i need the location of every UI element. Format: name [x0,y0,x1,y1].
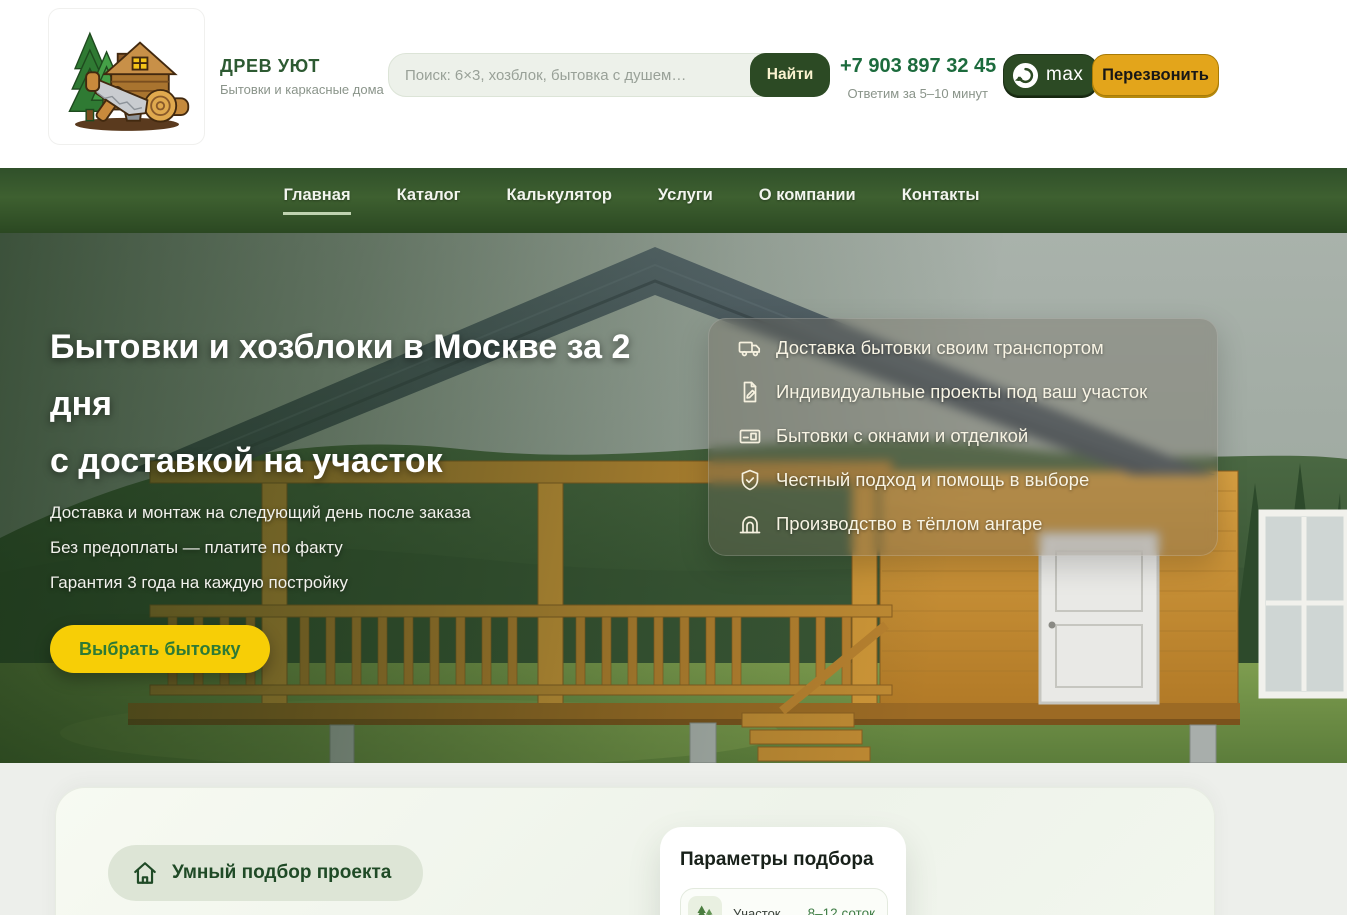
search-button[interactable]: Найти [750,53,830,97]
hero-bullet-3: Гарантия 3 года на каждую постройку [50,565,471,600]
max-label: max [1046,64,1083,86]
phone-block: +7 903 897 32 45 Ответим за 5–10 минут [840,55,988,101]
nav-items: Главная Каталог Калькулятор Услуги О ком… [283,186,979,215]
cabin-logo-icon [62,18,192,136]
smart-select-section: Умный подбор проекта Параметры подбора У… [0,763,1347,915]
nav-item-about[interactable]: О компании [759,186,856,215]
selection-params-card: Параметры подбора Участок 8–12 соток [660,827,906,915]
trees-icon [695,903,715,915]
brand-name: ДРЕВ УЮТ [220,56,384,77]
brand-block: ДРЕВ УЮТ Бытовки и каркасные дома [220,56,384,97]
param-icon-tile [688,896,722,915]
hero-bullet-2: Без предоплаты — платите по факту [50,530,471,565]
nav-item-calculator[interactable]: Калькулятор [507,186,612,215]
hero-features-panel: Доставка бытовки своим транспортом Индив… [708,318,1218,556]
callback-button[interactable]: Перезвонить [1092,54,1219,96]
shield-check-icon [738,468,762,492]
max-messenger-icon [1012,62,1039,89]
feature-label: Доставка бытовки своим транспортом [776,337,1104,359]
feature-row-production: Производство в тёплом ангаре [738,502,1217,546]
nav-item-catalog[interactable]: Каталог [397,186,461,215]
smart-select-badge: Умный подбор проекта [108,845,423,901]
truck-icon [738,336,762,360]
feature-label: Честный подход и помощь в выборе [776,469,1089,491]
params-title: Параметры подбора [680,849,888,871]
hero-title-line-1: Бытовки и хозблоки в Москве за 2 [50,319,630,376]
nav-item-services[interactable]: Услуги [658,186,713,215]
feature-row-honest: Честный подход и помощь в выборе [738,458,1217,502]
feature-row-projects: Индивидуальные проекты под ваш участок [738,370,1217,414]
page: ДРЕВ УЮТ Бытовки и каркасные дома Найти … [0,0,1347,915]
brand-tagline: Бытовки и каркасные дома [220,82,384,97]
house-icon [132,860,158,886]
phone-note: Ответим за 5–10 минут [840,86,988,101]
param-row-plot[interactable]: Участок 8–12 соток [680,888,888,915]
param-value: 8–12 соток [808,906,875,915]
main-nav: Главная Каталог Калькулятор Услуги О ком… [0,168,1347,233]
nav-item-home[interactable]: Главная [283,186,350,215]
phone-number[interactable]: +7 903 897 32 45 [840,55,988,78]
window-icon [738,424,762,448]
factory-arch-icon [738,512,762,536]
param-label: Участок [733,906,781,915]
hero-title: Бытовки и хозблоки в Москве за 2 дня с д… [50,319,630,490]
choose-cabin-button[interactable]: Выбрать бытовку [50,625,270,673]
feature-row-windows: Бытовки с окнами и отделкой [738,414,1217,458]
logo[interactable] [48,8,205,145]
search-bar: Найти [388,53,828,97]
feature-label: Производство в тёплом ангаре [776,513,1042,535]
header: ДРЕВ УЮТ Бытовки и каркасные дома Найти … [0,0,1347,168]
hero-bullets: Доставка и монтаж на следующий день посл… [50,495,471,600]
feature-row-delivery: Доставка бытовки своим транспортом [738,326,1217,370]
feature-label: Бытовки с окнами и отделкой [776,425,1028,447]
feature-label: Индивидуальные проекты под ваш участок [776,381,1147,403]
hero-title-line-3: с доставкой на участок [50,433,630,490]
hero-title-line-2: дня [50,376,630,433]
hero-bullet-1: Доставка и монтаж на следующий день посл… [50,495,471,530]
file-pen-icon [738,380,762,404]
hero-section: Бытовки и хозблоки в Москве за 2 дня с д… [0,233,1347,763]
nav-item-contacts[interactable]: Контакты [902,186,980,215]
max-messenger-button[interactable]: max [1003,54,1098,96]
smart-select-label: Умный подбор проекта [172,862,391,884]
